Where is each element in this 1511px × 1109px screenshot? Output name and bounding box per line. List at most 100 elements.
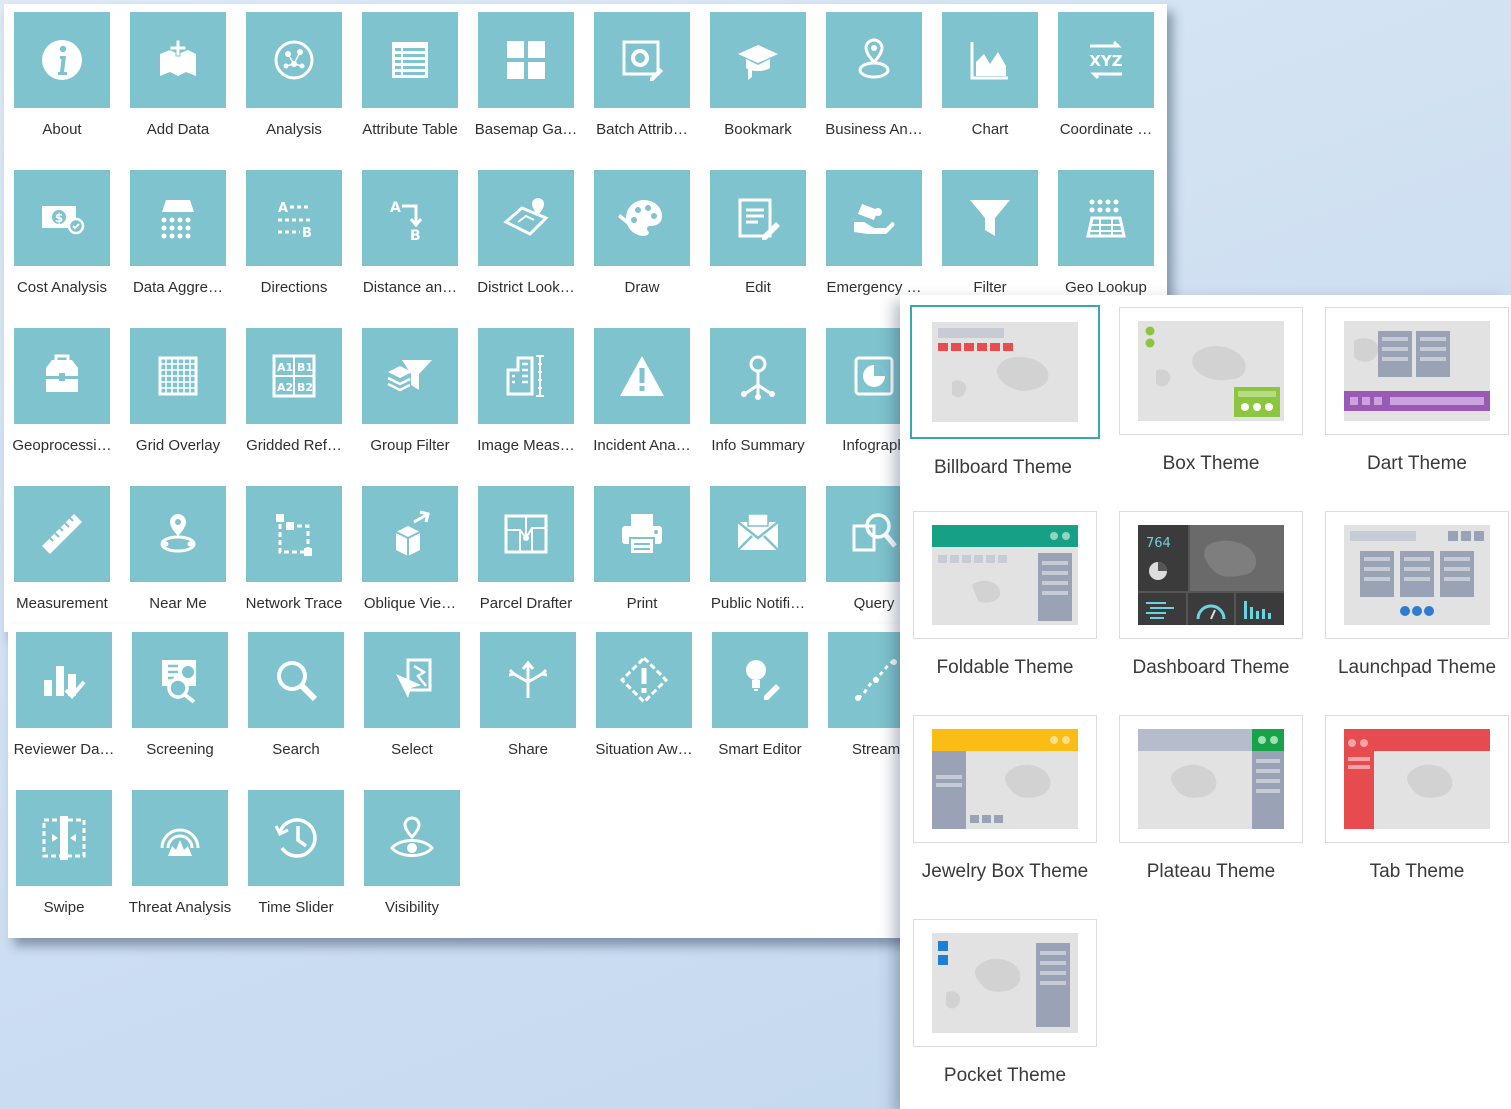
threat-icon — [160, 828, 200, 856]
widget-draw[interactable]: Draw — [584, 170, 700, 297]
widget-visibility[interactable]: Visibility — [354, 790, 470, 917]
widget-incident-analysis[interactable]: Incident Ana… — [584, 328, 700, 455]
widget-label: Gridded Ref… — [246, 437, 342, 454]
widget-search[interactable]: Search — [238, 632, 354, 759]
widget-data-aggregation[interactable]: Data Aggre… — [120, 170, 236, 297]
widget-situation-awareness[interactable]: Situation Aw… — [586, 632, 702, 759]
warning-icon — [620, 356, 664, 396]
widget-label: Parcel Drafter — [479, 595, 573, 612]
toolbox-icon — [46, 354, 78, 392]
widget-label: Add Data — [146, 121, 210, 138]
widget-label: About — [42, 121, 82, 138]
jewelry-box-theme-thumbnail — [932, 729, 1078, 829]
widget-edit[interactable]: Edit — [700, 170, 816, 297]
table-icon — [392, 42, 428, 78]
widget-network-trace[interactable]: Network Trace — [236, 486, 352, 613]
search-icon — [277, 661, 318, 702]
building-icon — [506, 355, 544, 397]
widget-screening[interactable]: Screening — [122, 632, 238, 759]
svg-text:A: A — [278, 201, 288, 216]
widget-label: Near Me — [149, 595, 207, 612]
widget-label: Data Aggre… — [132, 279, 224, 296]
theme-plateau[interactable]: Plateau Theme — [1118, 715, 1304, 886]
widget-geo-lookup[interactable]: Geo Lookup — [1048, 170, 1164, 297]
widget-time-slider[interactable]: Time Slider — [238, 790, 354, 917]
widget-label: Image Meas… — [477, 437, 575, 454]
widget-distance-and-direction[interactable]: AB Distance an… — [352, 170, 468, 297]
widget-oblique-viewer[interactable]: Oblique Vie… — [352, 486, 468, 613]
svg-text:XYZ: XYZ — [1089, 52, 1122, 70]
svg-text:B1: B1 — [297, 361, 313, 374]
widget-swipe[interactable]: Swipe — [6, 790, 122, 917]
widget-print[interactable]: Print — [584, 486, 700, 613]
theme-dart[interactable]: Dart Theme — [1324, 307, 1510, 478]
widget-info-summary[interactable]: Info Summary — [700, 328, 816, 455]
widget-basemap-gallery[interactable]: Basemap Ga… — [468, 12, 584, 139]
widget-image-measurement[interactable]: Image Meas… — [468, 328, 584, 455]
location-pin-icon — [858, 38, 890, 79]
widget-label: Print — [626, 595, 658, 612]
widget-batch-attribute[interactable]: Batch Attrib… — [584, 12, 700, 139]
widget-label: Draw — [624, 279, 660, 296]
svg-text:B: B — [302, 226, 312, 241]
theme-tab[interactable]: Tab Theme — [1324, 715, 1510, 886]
theme-label: Dart Theme — [1367, 453, 1467, 474]
widget-add-data[interactable]: Add Data — [120, 12, 236, 139]
widget-parcel-drafter[interactable]: Parcel Drafter — [468, 486, 584, 613]
theme-box[interactable]: Box Theme — [1118, 307, 1304, 478]
chart-icon — [970, 42, 1008, 80]
launchpad-theme-thumbnail — [1344, 525, 1490, 625]
svg-text:A: A — [390, 200, 401, 216]
widget-near-me[interactable]: Near Me — [120, 486, 236, 613]
theme-foldable[interactable]: Foldable Theme — [912, 511, 1098, 682]
widget-emergency[interactable]: Emergency … — [816, 170, 932, 297]
widget-geoprocessing[interactable]: Geoprocessi… — [4, 328, 120, 455]
widget-label: Incident Ana… — [593, 437, 691, 454]
cost-icon: $ — [42, 206, 85, 235]
widget-chart[interactable]: Chart — [932, 12, 1048, 139]
widget-label: Visibility — [385, 899, 439, 916]
widget-attribute-table[interactable]: Attribute Table — [352, 12, 468, 139]
theme-pocket[interactable]: Pocket Theme — [912, 919, 1098, 1090]
widget-group-filter[interactable]: Group Filter — [352, 328, 468, 455]
theme-billboard[interactable]: Billboard Theme — [910, 305, 1100, 482]
theme-dashboard[interactable]: 764 Dashboard Theme — [1118, 511, 1304, 682]
widget-about[interactable]: About — [4, 12, 120, 139]
widget-directions[interactable]: AB Directions — [236, 170, 352, 297]
widget-label: Info Summary — [711, 437, 805, 454]
widget-label: Edit — [745, 279, 771, 296]
widget-public-notification[interactable]: Public Notifi… — [700, 486, 816, 613]
widget-label: Analysis — [266, 121, 322, 138]
plateau-theme-thumbnail — [1138, 729, 1284, 829]
widget-measurement[interactable]: Measurement — [4, 486, 120, 613]
widget-cost-analysis[interactable]: $ Cost Analysis — [4, 170, 120, 297]
aggregate-icon — [161, 200, 194, 239]
widget-label: Reviewer Da… — [13, 741, 115, 758]
widget-share[interactable]: Share — [470, 632, 586, 759]
widget-grid-overlay[interactable]: Grid Overlay — [120, 328, 236, 455]
billboard-theme-thumbnail — [932, 322, 1078, 422]
oblique-icon — [395, 510, 430, 556]
widget-district-lookup[interactable]: District Look… — [468, 170, 584, 297]
widget-label: Distance an… — [362, 279, 458, 296]
svg-text:A1: A1 — [277, 361, 293, 374]
widget-label: Search — [272, 741, 320, 758]
widget-filter[interactable]: Filter — [932, 170, 1048, 297]
widget-bookmark[interactable]: Bookmark — [700, 12, 816, 139]
widget-business-analyst[interactable]: Business An… — [816, 12, 932, 139]
info-summary-icon — [741, 355, 775, 400]
widget-label: Swipe — [43, 899, 85, 916]
widget-reviewer-dashboard[interactable]: Reviewer Da… — [6, 632, 122, 759]
widget-threat-analysis[interactable]: Threat Analysis — [122, 790, 238, 917]
widget-label: Attribute Table — [362, 121, 458, 138]
widget-smart-editor[interactable]: Smart Editor — [702, 632, 818, 759]
widget-gridded-reference[interactable]: A1 B1 A2 B2 Gridded Ref… — [236, 328, 352, 455]
widget-analysis[interactable]: Analysis — [236, 12, 352, 139]
edit-icon — [738, 198, 780, 240]
svg-text:$: $ — [55, 211, 63, 225]
theme-launchpad[interactable]: Launchpad Theme — [1324, 511, 1510, 682]
theme-jewelry-box[interactable]: Jewelry Box Theme — [912, 715, 1098, 886]
widget-select[interactable]: Select — [354, 632, 470, 759]
widget-coordinate[interactable]: XYZ Coordinate … — [1048, 12, 1164, 139]
theme-label: Pocket Theme — [943, 1065, 1067, 1086]
